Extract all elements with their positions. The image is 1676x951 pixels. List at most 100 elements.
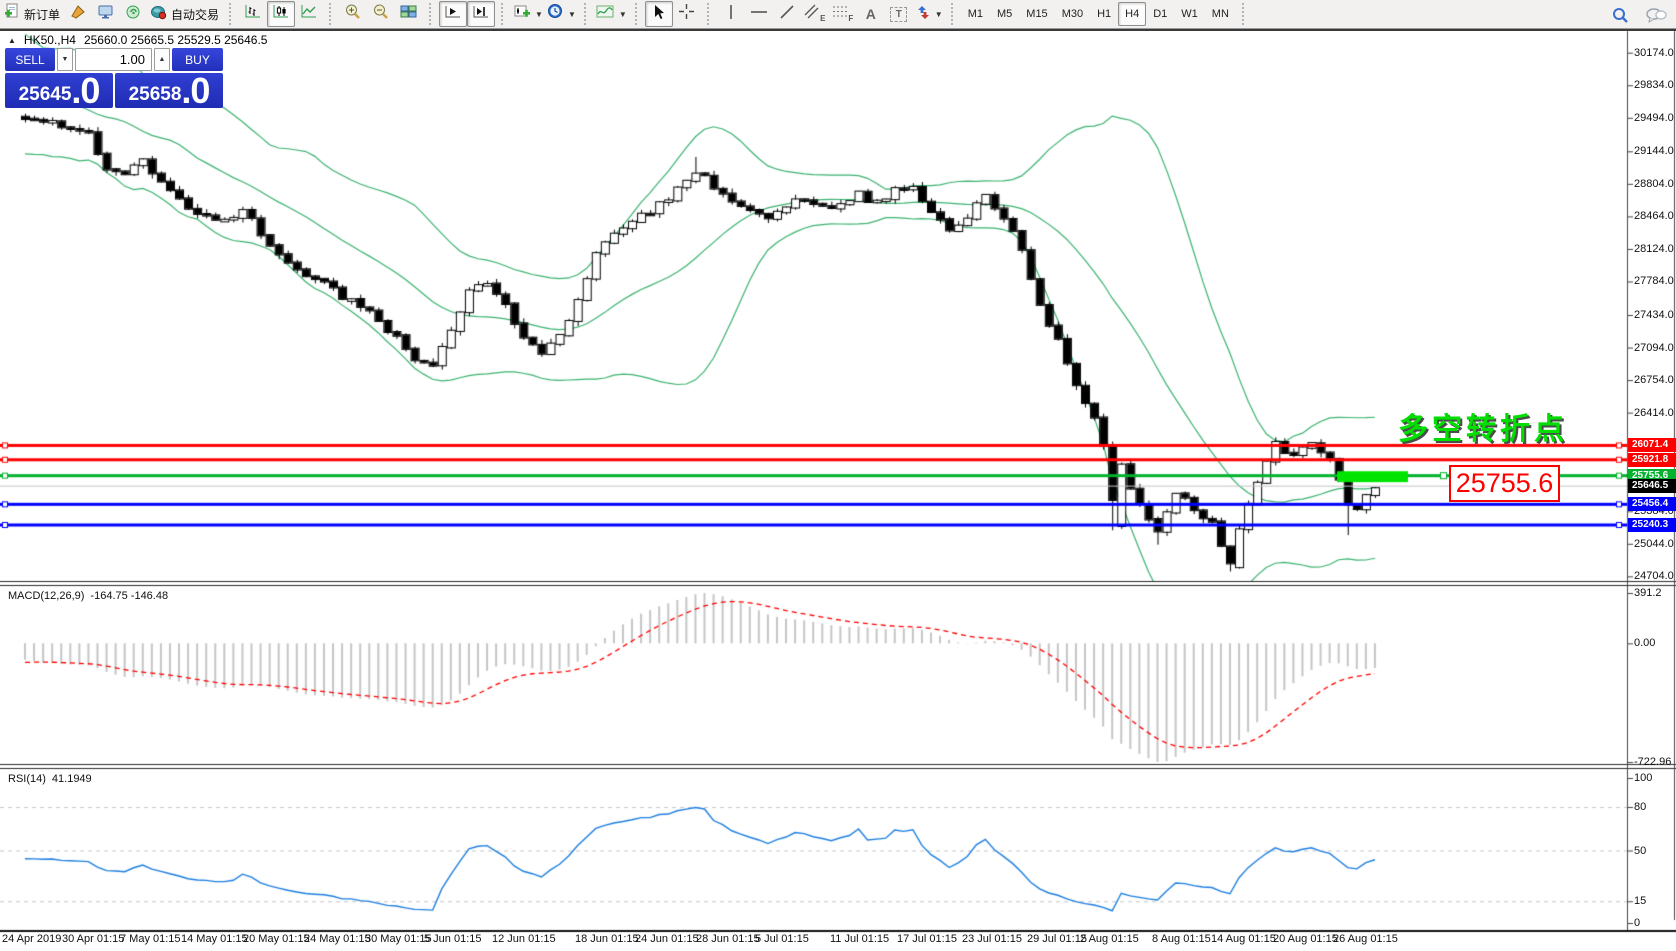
- zoom-in-button[interactable]: [339, 1, 367, 27]
- price-callout-label: 25755.6: [1449, 465, 1560, 502]
- autotrading-icon: [150, 4, 168, 25]
- channel-glyph: E: [820, 13, 826, 23]
- text-label-tool-button[interactable]: T: [885, 1, 913, 27]
- collapse-panel-icon[interactable]: ▲: [8, 36, 16, 45]
- vertical-line-tool-button[interactable]: [717, 1, 745, 27]
- auto-scroll-button[interactable]: [439, 1, 468, 27]
- toolbar-separator: [706, 3, 713, 25]
- auto-scroll-icon: [444, 4, 462, 25]
- rsi-value: 41.1949: [51, 773, 92, 785]
- rsi-title: RSI(14): [8, 773, 46, 785]
- volume-decrease-button[interactable]: ▼: [57, 48, 73, 71]
- horizontal-line-icon: [750, 5, 768, 24]
- ask-price-fraction: .0: [181, 70, 210, 111]
- new-order-icon: [4, 3, 21, 25]
- monitor-icon: [97, 4, 115, 25]
- timeframe-button-h4[interactable]: H4: [1118, 2, 1147, 26]
- signals-button[interactable]: [120, 1, 148, 27]
- main-toolbar: 新订单 自动交易 ▼ ▼ ▼ E F A T ▼ M1 M5 M15 M30 H…: [0, 0, 1676, 29]
- candlestick-mode-button[interactable]: [267, 1, 296, 27]
- vertical-line-icon: [725, 4, 737, 25]
- dropdown-caret-icon: ▼: [618, 9, 627, 19]
- volume-input[interactable]: [75, 48, 152, 71]
- signal-icon: [125, 4, 143, 25]
- zoom-out-icon: [372, 3, 390, 25]
- ask-price-display[interactable]: 25658 .0: [115, 70, 223, 111]
- channel-tool-button[interactable]: E: [801, 1, 829, 27]
- new-chart-button[interactable]: ▼: [511, 1, 545, 27]
- text-label-glyph: T: [895, 8, 902, 20]
- bid-price-display[interactable]: 25645 .0: [5, 70, 113, 111]
- timeframe-button-m15[interactable]: M15: [1019, 2, 1054, 26]
- arrows-tool-button[interactable]: ▼: [913, 1, 945, 27]
- chart-ohlc-values: 25660.0 25665.5 25529.5 25646.5: [83, 33, 268, 47]
- trendline-icon: [779, 4, 795, 25]
- timeframe-button-d1[interactable]: D1: [1146, 2, 1174, 26]
- styler-button[interactable]: [64, 1, 92, 27]
- timeframe-buttons: M1 M5 M15 M30 H1 H4 D1 W1 MN: [961, 2, 1236, 26]
- text-tool-button[interactable]: A: [857, 1, 885, 27]
- timeframe-button-m1[interactable]: M1: [961, 2, 990, 26]
- macd-title: MACD(12,26,9): [8, 590, 85, 602]
- fibonacci-icon: [832, 4, 848, 24]
- new-order-button[interactable]: 新订单: [2, 1, 64, 27]
- text-label-icon: T: [890, 6, 908, 22]
- timeframe-button-m30[interactable]: M30: [1055, 2, 1090, 26]
- bar-chart-icon: [244, 4, 262, 25]
- cursor-icon: [652, 4, 666, 25]
- timeframe-button-m5[interactable]: M5: [990, 2, 1019, 26]
- crayon-icon: [69, 4, 87, 25]
- toolbar-separator: [501, 3, 507, 25]
- turning-point-annotation: 多空转折点: [1398, 413, 1568, 446]
- dropdown-caret-icon: ▼: [535, 9, 543, 19]
- chart-shift-icon: [472, 4, 490, 25]
- volume-increase-button[interactable]: ▲: [154, 48, 170, 71]
- sell-button[interactable]: SELL: [5, 48, 55, 71]
- market-watch-button[interactable]: [92, 1, 120, 27]
- text-tool-glyph: A: [865, 6, 876, 22]
- toolbar-separator: [950, 3, 957, 25]
- crosshair-tool-button[interactable]: [673, 1, 701, 27]
- tile-windows-icon: [400, 4, 418, 25]
- new-chart-icon: [513, 4, 531, 25]
- channel-icon: [804, 4, 819, 24]
- buy-button[interactable]: BUY: [172, 48, 223, 71]
- line-chart-icon: [300, 4, 318, 25]
- bid-price-fraction: .0: [71, 70, 100, 111]
- new-order-label: 新订单: [24, 7, 61, 22]
- dropdown-caret-icon: ▼: [567, 9, 576, 19]
- macd-values: -164.75 -146.48: [90, 590, 169, 602]
- toolbar-separator: [429, 3, 435, 25]
- indicators-button[interactable]: ▼: [594, 1, 629, 27]
- zoom-out-button[interactable]: [367, 1, 395, 27]
- candlestick-icon: [272, 4, 290, 25]
- toolbar-separator: [329, 3, 335, 25]
- fibonacci-tool-button[interactable]: F: [829, 1, 857, 27]
- toolbar-separator: [634, 3, 641, 25]
- bar-chart-mode-button[interactable]: [239, 1, 267, 27]
- cursor-tool-button[interactable]: [644, 1, 673, 27]
- clock-icon: [547, 3, 564, 25]
- autotrading-button[interactable]: 自动交易: [148, 1, 223, 27]
- tile-windows-button[interactable]: [395, 1, 423, 27]
- trendline-tool-button[interactable]: [773, 1, 801, 27]
- search-button[interactable]: [1606, 2, 1634, 28]
- window-top-border: [0, 29, 1676, 31]
- line-chart-mode-button[interactable]: [295, 1, 323, 27]
- chart-canvas[interactable]: [0, 0, 1676, 951]
- timeframe-button-w1[interactable]: W1: [1174, 2, 1205, 26]
- arrows-icon: [915, 4, 931, 25]
- chat-button[interactable]: [1642, 2, 1670, 28]
- mt4-terminal: 新订单 自动交易 ▼ ▼ ▼ E F A T ▼ M1 M5 M15 M30 H…: [0, 0, 1676, 951]
- timeframe-button-mn[interactable]: MN: [1205, 2, 1236, 26]
- timeframe-button-h1[interactable]: H1: [1090, 2, 1118, 26]
- horizontal-line-tool-button[interactable]: [745, 1, 773, 27]
- profiles-button[interactable]: ▼: [545, 1, 578, 27]
- indicators-icon: [596, 4, 615, 25]
- ask-price-main: 25658: [128, 84, 182, 105]
- bid-price-main: 25645: [18, 84, 72, 105]
- crosshair-icon: [678, 3, 695, 25]
- one-click-trading-panel: SELL ▼ ▲ BUY 25645 .0 25658 .0: [5, 48, 223, 111]
- dropdown-caret-icon: ▼: [934, 9, 943, 19]
- chart-shift-button[interactable]: [467, 1, 496, 27]
